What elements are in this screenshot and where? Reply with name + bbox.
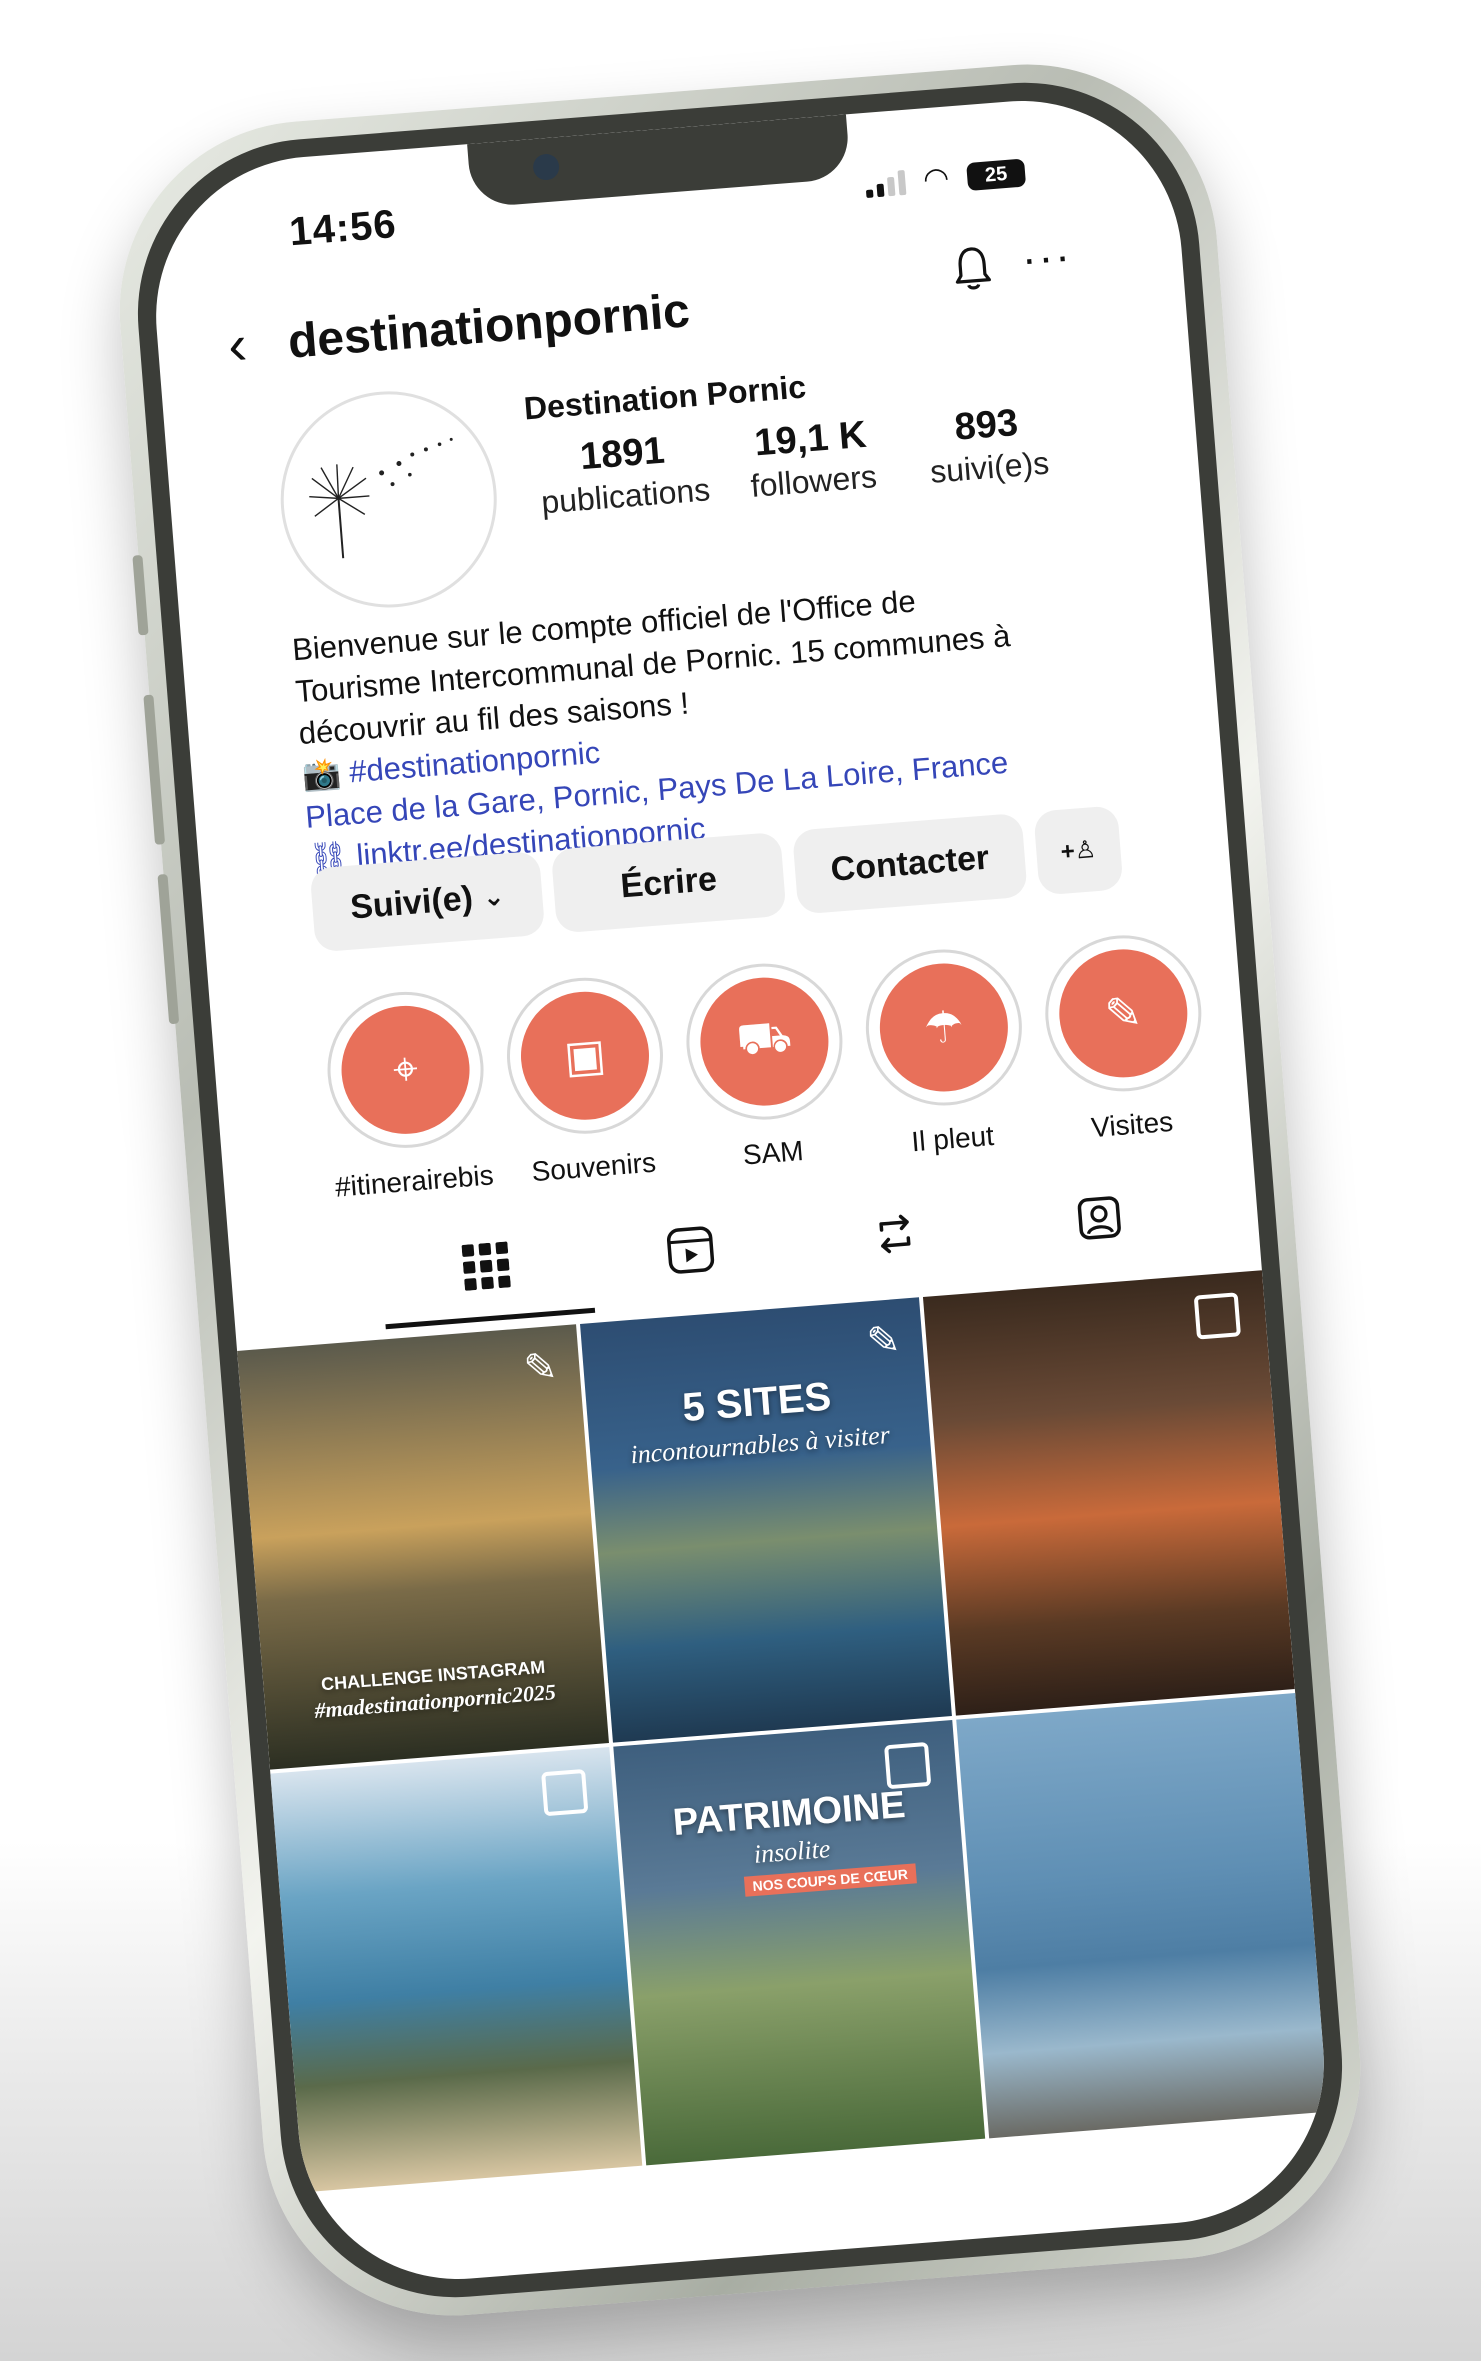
post-tile[interactable]: PATRIMOINE insolite NOS COUPS DE CŒUR (613, 1719, 986, 2166)
highlight-itinerairebis[interactable]: ⌖ #itinerairebis (320, 985, 496, 1204)
pin-icon: ✎ (865, 1317, 902, 1365)
post-tile[interactable] (270, 1746, 643, 2193)
stat-value: 893 (953, 401, 1020, 449)
dandelion-logo (309, 437, 453, 559)
reels-icon[interactable] (658, 1218, 723, 1283)
battery-icon: 25 (966, 158, 1027, 192)
stat-followers[interactable]: 19,1 K followers (746, 413, 878, 505)
avatar[interactable] (272, 383, 505, 616)
highlight-label: #itinerairebis (333, 1159, 495, 1203)
message-label: Écrire (619, 859, 719, 905)
phone-mockup: 14:56 ◠ 25 ‹ destinationpornic ··· Desti… (105, 50, 1375, 2330)
background: 14:56 ◠ 25 ‹ destinationpornic ··· Desti… (0, 0, 1481, 2361)
umbrella-icon: ☂ (875, 958, 1013, 1097)
wifi-icon: ◠ (921, 161, 951, 197)
highlight-label: SAM (741, 1134, 805, 1171)
carousel-icon (1193, 1292, 1242, 1340)
stat-label: suivi(e)s (928, 444, 1051, 490)
bell-icon[interactable] (951, 243, 995, 294)
contact-button[interactable]: Contacter (791, 812, 1028, 915)
post-tile[interactable] (956, 1692, 1329, 2139)
profile-username: destinationpornic (286, 284, 692, 369)
highlight-label: Visites (1089, 1105, 1175, 1144)
van-icon: ⛟ (695, 972, 834, 1111)
signal-icon (864, 169, 907, 199)
highlight-souvenirs[interactable]: ▣ Souvenirs (499, 971, 675, 1190)
highlight-label: Souvenirs (530, 1146, 658, 1188)
highlight-visites[interactable]: ✎ Visites (1037, 929, 1213, 1147)
stat-value: 19,1 K (752, 413, 868, 465)
pin-icon: ✎ (522, 1344, 560, 1392)
display-name: Destination Pornic (522, 368, 808, 427)
more-options-icon[interactable]: ··· (1020, 231, 1074, 285)
post-title-text: SITES (714, 1374, 833, 1428)
highlight-il-pleut[interactable]: ☂ Il pleut (858, 943, 1034, 1161)
highlight-sam[interactable]: ⛟ SAM (679, 957, 855, 1176)
grid-icon[interactable] (454, 1234, 519, 1299)
contact-label: Contacter (829, 837, 991, 889)
post-tile[interactable] (922, 1270, 1295, 1716)
following-button[interactable]: Suivi(e) ⌄ (309, 850, 546, 953)
add-person-icon: +♙ (1059, 835, 1098, 866)
status-time: 14:56 (287, 202, 399, 255)
phone-screen: 14:56 ◠ 25 ‹ destinationpornic ··· Desti… (144, 88, 1336, 2292)
suitcase-icon: ▣ (516, 986, 654, 1125)
tagged-icon[interactable] (1067, 1186, 1132, 1251)
posts-grid: ✎ CHALLENGE INSTAGRAM #madestinationporn… (237, 1270, 1329, 2193)
battery-level: 25 (984, 162, 1009, 187)
post-number: 5 (680, 1384, 707, 1431)
highlight-label: Il pleut (910, 1119, 995, 1158)
post-tile[interactable]: ✎ 5 SITES incontournables à visiter (580, 1297, 952, 1743)
following-label: Suivi(e) (348, 878, 475, 927)
stat-following[interactable]: 893 suivi(e)s (925, 400, 1051, 491)
chevron-down-icon: ⌄ (481, 880, 506, 912)
stat-label: followers (749, 458, 879, 504)
back-arrow-icon[interactable]: ‹ (226, 312, 250, 376)
stat-publications: 1891 publications (537, 426, 712, 521)
front-camera (532, 153, 561, 182)
message-button[interactable]: Écrire (550, 831, 787, 934)
carousel-icon (541, 1768, 589, 1817)
post-tile[interactable]: ✎ CHALLENGE INSTAGRAM #madestinationporn… (237, 1324, 609, 1770)
route-pin-icon: ⌖ (336, 1001, 475, 1139)
add-person-button[interactable]: +♙ (1033, 805, 1124, 896)
ticket-icon: ✎ (1054, 944, 1193, 1083)
reposts-icon[interactable] (863, 1202, 928, 1267)
